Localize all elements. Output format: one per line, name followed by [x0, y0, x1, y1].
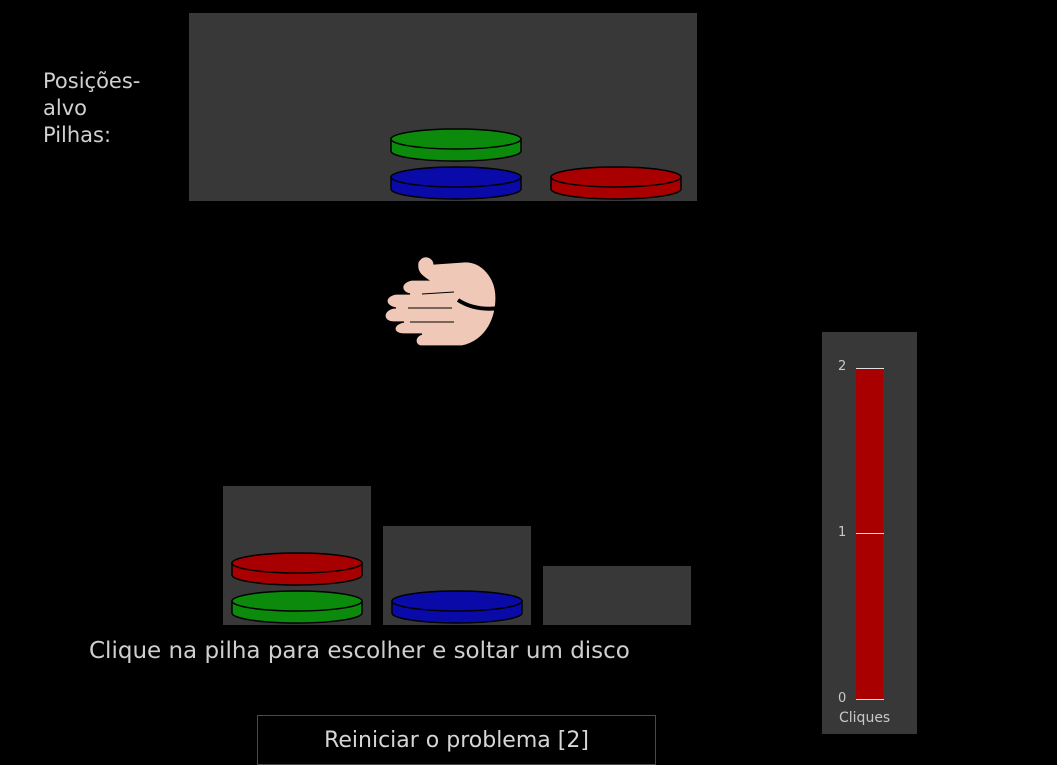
goal-disk-red — [550, 166, 682, 200]
tick-line-1 — [856, 533, 884, 534]
goal-disk-blue — [390, 166, 522, 200]
tick-line-2 — [856, 368, 884, 369]
disk-blue — [391, 590, 523, 624]
goal-disk-green — [390, 128, 522, 162]
goal-panel — [189, 13, 697, 201]
reset-problem-button[interactable]: Reiniciar o problema [2] — [257, 715, 656, 765]
tick-label-2: 2 — [838, 359, 847, 374]
peg-1[interactable] — [223, 486, 371, 625]
goal-stacks — [390, 128, 682, 200]
hand-icon — [384, 256, 501, 347]
tick-line-0 — [856, 699, 884, 700]
instruction-text: Clique na pilha para escolher e soltar u… — [89, 638, 630, 664]
disk-red — [231, 552, 363, 586]
clicks-caption: Cliques — [839, 710, 891, 726]
tick-label-1: 1 — [838, 525, 847, 540]
tick-label-0: 0 — [838, 691, 847, 706]
goal-label: Posições- alvo Pilhas: — [43, 69, 141, 147]
peg-3[interactable] — [543, 566, 691, 625]
peg-2[interactable] — [383, 526, 531, 625]
clicks-meter: 2 1 0 Cliques — [822, 332, 917, 734]
disk-green — [231, 590, 363, 624]
